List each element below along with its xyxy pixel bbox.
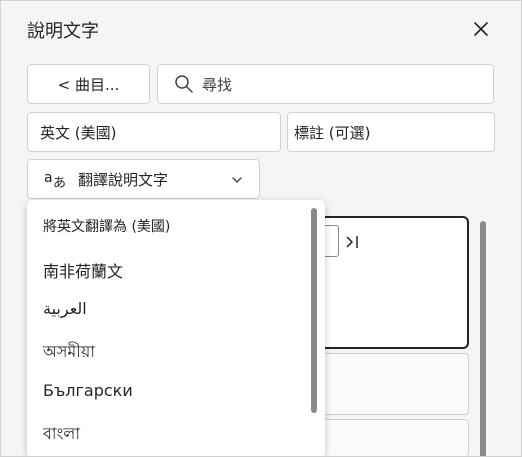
skip-to-end-icon[interactable] <box>344 234 362 250</box>
search-icon <box>175 75 193 93</box>
translate-icon: a あ <box>44 170 66 189</box>
label-placeholder: 標註 (可選) <box>294 123 371 142</box>
translate-button-label: 翻譯說明文字 <box>78 170 169 189</box>
dropdown-scrollbar[interactable] <box>311 208 317 413</box>
svg-text:a: a <box>44 170 53 186</box>
search-placeholder: 尋找 <box>202 75 233 94</box>
language-option[interactable]: বাংলা <box>43 421 313 448</box>
pane-scrollbar[interactable] <box>480 221 486 456</box>
captions-pane: 說明文字 < 曲目... 尋找 英文 (美國) 標註 (可選) a あ 翻譯說明… <box>0 0 522 457</box>
back-button[interactable]: < 曲目... <box>27 64 150 104</box>
svg-text:あ: あ <box>53 176 66 189</box>
translate-captions-button[interactable]: a あ 翻譯說明文字 <box>27 159 260 199</box>
language-option[interactable]: العربية <box>43 299 313 318</box>
chevron-down-icon <box>232 177 242 183</box>
language-option[interactable]: 南非荷蘭文 <box>43 258 313 282</box>
language-select[interactable]: 英文 (美國) <box>27 112 281 152</box>
language-option[interactable]: Български <box>43 381 313 400</box>
close-button[interactable] <box>467 15 495 43</box>
pane-title: 說明文字 <box>27 21 99 42</box>
language-value: 英文 (美國) <box>40 123 117 142</box>
translate-language-dropdown: 將英文翻譯為 (美國) 南非荷蘭文 العربية অসমীয়া Българ… <box>27 200 325 456</box>
label-field[interactable]: 標註 (可選) <box>287 112 495 152</box>
dropdown-header: 將英文翻譯為 (美國) <box>43 219 171 235</box>
back-button-label: < 曲目... <box>57 75 120 94</box>
search-input[interactable]: 尋找 <box>157 64 494 104</box>
language-option[interactable]: অসমীয়া <box>43 339 313 366</box>
close-icon <box>474 22 488 36</box>
